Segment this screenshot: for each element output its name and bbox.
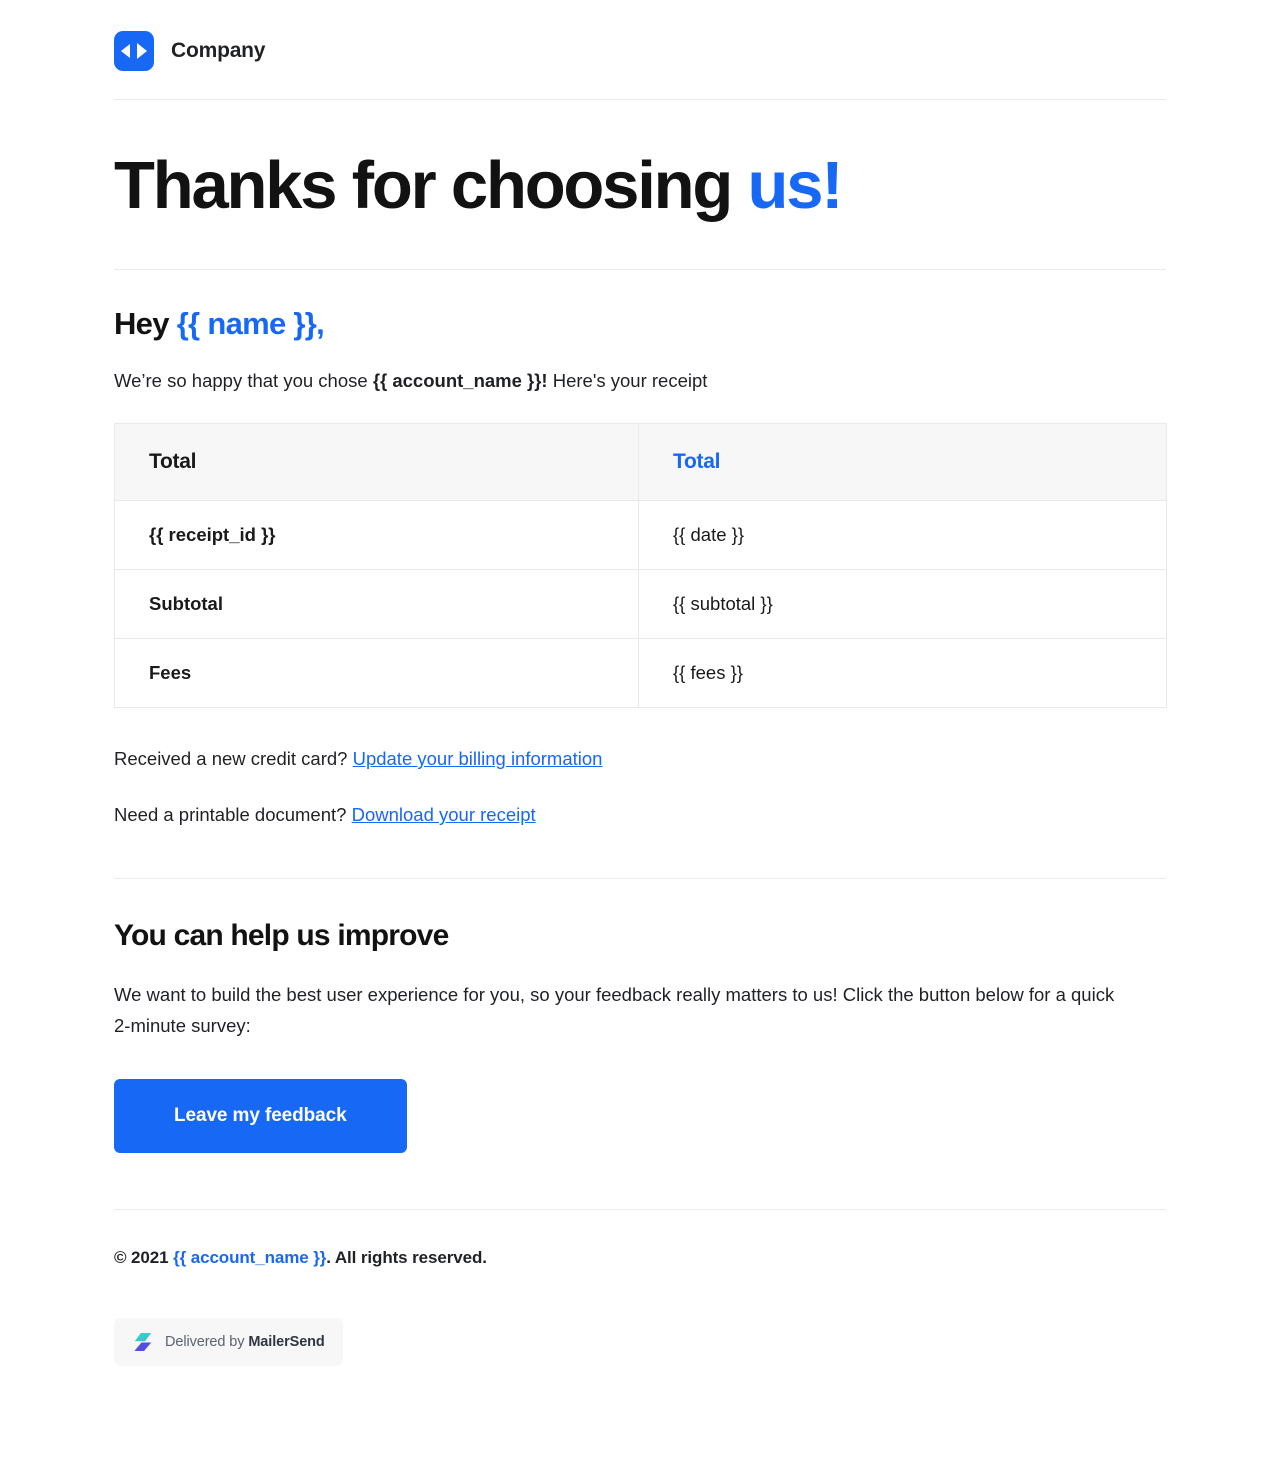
play-pair-logo-icon: [114, 31, 154, 71]
page-title: Thanks for choosing us!: [114, 148, 1166, 223]
improve-title: You can help us improve: [114, 919, 449, 953]
triangle-right-shape: [137, 43, 147, 59]
email-body: Company Thanks for choosing us! Hey {{ n…: [0, 0, 1280, 1367]
copyright-prefix: © 2021: [114, 1248, 174, 1268]
row-label: {{ receipt_id }}: [114, 500, 639, 571]
receipt-table: Total Total {{ receipt_id }} {{ date }} …: [114, 423, 1167, 709]
download-receipt-link[interactable]: Download your receipt: [352, 804, 536, 825]
badge-label: Delivered by MailerSend: [165, 1334, 325, 1350]
table-row: {{ receipt_id }} {{ date }}: [114, 500, 1167, 571]
row-value: {{ subtotal }}: [638, 569, 1167, 640]
hero-title-accent: us!: [747, 148, 844, 223]
download-line: Need a printable document? Download your…: [114, 770, 1166, 826]
table-row: Fees {{ fees }}: [114, 638, 1167, 709]
update-billing-link[interactable]: Update your billing information: [353, 748, 603, 769]
intro-prefix: We’re so happy that you chose: [114, 370, 373, 392]
column-header-right: Total: [638, 423, 1167, 502]
leave-feedback-button[interactable]: Leave my feedback: [114, 1079, 407, 1154]
billing-prefix: Received a new credit card?: [114, 748, 353, 770]
intro-suffix: Here's your receipt: [547, 370, 708, 392]
table-header-row: Total Total: [114, 423, 1167, 502]
row-value: {{ date }}: [638, 500, 1167, 571]
copyright-suffix: . All rights reserved.: [326, 1248, 487, 1268]
brand-header: Company: [114, 0, 1166, 99]
improve-divider-spacer: [114, 826, 1166, 878]
footer-divider-spacer: [114, 1153, 1166, 1209]
brand-name: Company: [171, 39, 266, 62]
greeting-name-token: {{ name }},: [176, 306, 325, 342]
hero-section: Thanks for choosing us!: [114, 100, 1166, 269]
column-header-left: Total: [114, 423, 639, 502]
receipt-table-head: Total Total: [114, 423, 1167, 502]
mailersend-badge[interactable]: Delivered by MailerSend: [114, 1318, 343, 1367]
improve-copy: We want to build the best user experienc…: [114, 984, 1115, 1036]
intro-paragraph: We’re so happy that you chose {{ account…: [114, 367, 1166, 395]
improve-section: You can help us improve We want to build…: [114, 879, 1166, 1154]
copyright-text: © 2021 {{ account_name }}. All rights re…: [114, 1210, 1166, 1268]
table-row: Subtotal {{ subtotal }}: [114, 569, 1167, 640]
badge-brand: MailerSend: [248, 1334, 325, 1351]
row-label: Fees: [114, 638, 639, 709]
download-prefix: Need a printable document?: [114, 804, 352, 826]
footer-section: © 2021 {{ account_name }}. All rights re…: [114, 1210, 1166, 1367]
greeting-section: Hey {{ name }}, We’re so happy that you …: [114, 270, 1166, 395]
billing-line: Received a new credit card? Update your …: [114, 708, 1166, 770]
triangle-left-shape: [121, 44, 130, 58]
badge-prefix: Delivered by: [165, 1334, 249, 1351]
receipt-table-body: {{ receipt_id }} {{ date }} Subtotal {{ …: [114, 500, 1167, 709]
hero-title-main: Thanks for choosing: [114, 148, 748, 223]
copyright-account-token: {{ account_name }}: [173, 1248, 327, 1268]
mailersend-bolt-icon: [134, 1333, 152, 1352]
intro-account-name: {{ account_name }}!: [372, 370, 548, 392]
row-value: {{ fees }}: [638, 638, 1167, 709]
greeting-line: Hey {{ name }},: [114, 306, 1166, 342]
greeting-hey: Hey: [114, 306, 177, 342]
row-label: Subtotal: [114, 569, 639, 640]
